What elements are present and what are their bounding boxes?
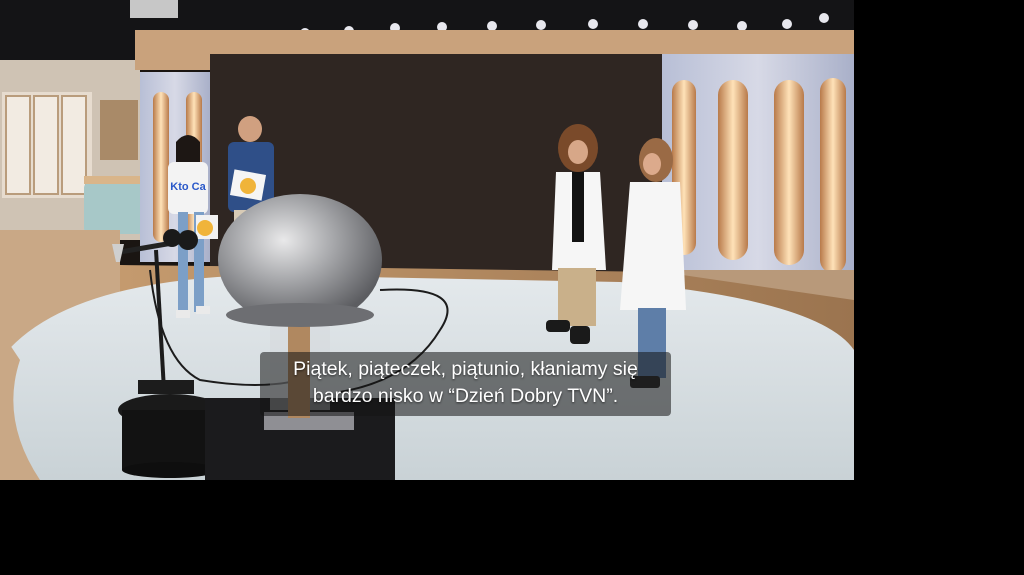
- video-player[interactable]: Kto Ca Piątek, piąteczek, piątunio, kłan…: [0, 0, 1024, 575]
- video-frame[interactable]: Kto Ca Piątek, piąteczek, piątunio, kłan…: [0, 0, 854, 480]
- letterbox-bottom: [0, 480, 1024, 575]
- subtitle-line-1: Piątek, piąteczek, piątunio, kłaniamy si…: [293, 358, 638, 380]
- subtitle-caption: Piątek, piąteczek, piątunio, kłaniamy si…: [260, 352, 671, 416]
- subtitle-line-2: bardzo nisko w “Dzień Dobry TVN”.: [312, 385, 619, 407]
- tshirt-print: Kto Ca: [170, 181, 206, 193]
- kitchen-counter: [84, 182, 144, 234]
- letterbox-right: [854, 0, 1024, 480]
